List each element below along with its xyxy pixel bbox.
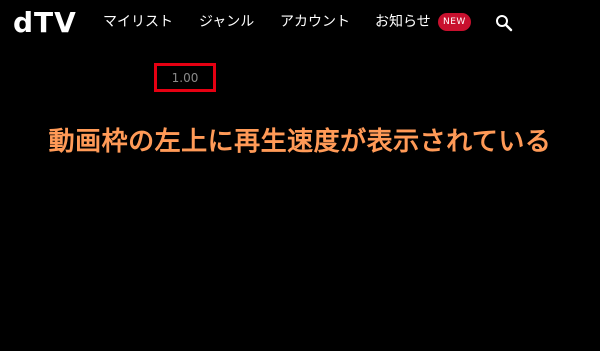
nav-genre[interactable]: ジャンル [199,12,254,32]
dtv-logo[interactable]: dTV [13,5,77,41]
playback-speed-indicator[interactable]: 1.00 [172,71,199,85]
page: dTV マイリスト ジャンル アカウント お知らせ NEW 1.00 動画枠の左… [0,0,600,351]
nav-account[interactable]: アカウント [280,12,350,32]
search-icon [496,15,513,32]
nav-news[interactable]: お知らせ [375,12,431,32]
playback-speed-highlight: 1.00 [154,63,216,92]
search-button[interactable] [495,14,513,32]
nav-mylist[interactable]: マイリスト [103,12,173,32]
new-badge: NEW [438,13,471,31]
annotation-caption: 動画枠の左上に再生速度が表示されている [48,127,552,157]
top-nav-bar: dTV マイリスト ジャンル アカウント お知らせ NEW [0,0,600,48]
